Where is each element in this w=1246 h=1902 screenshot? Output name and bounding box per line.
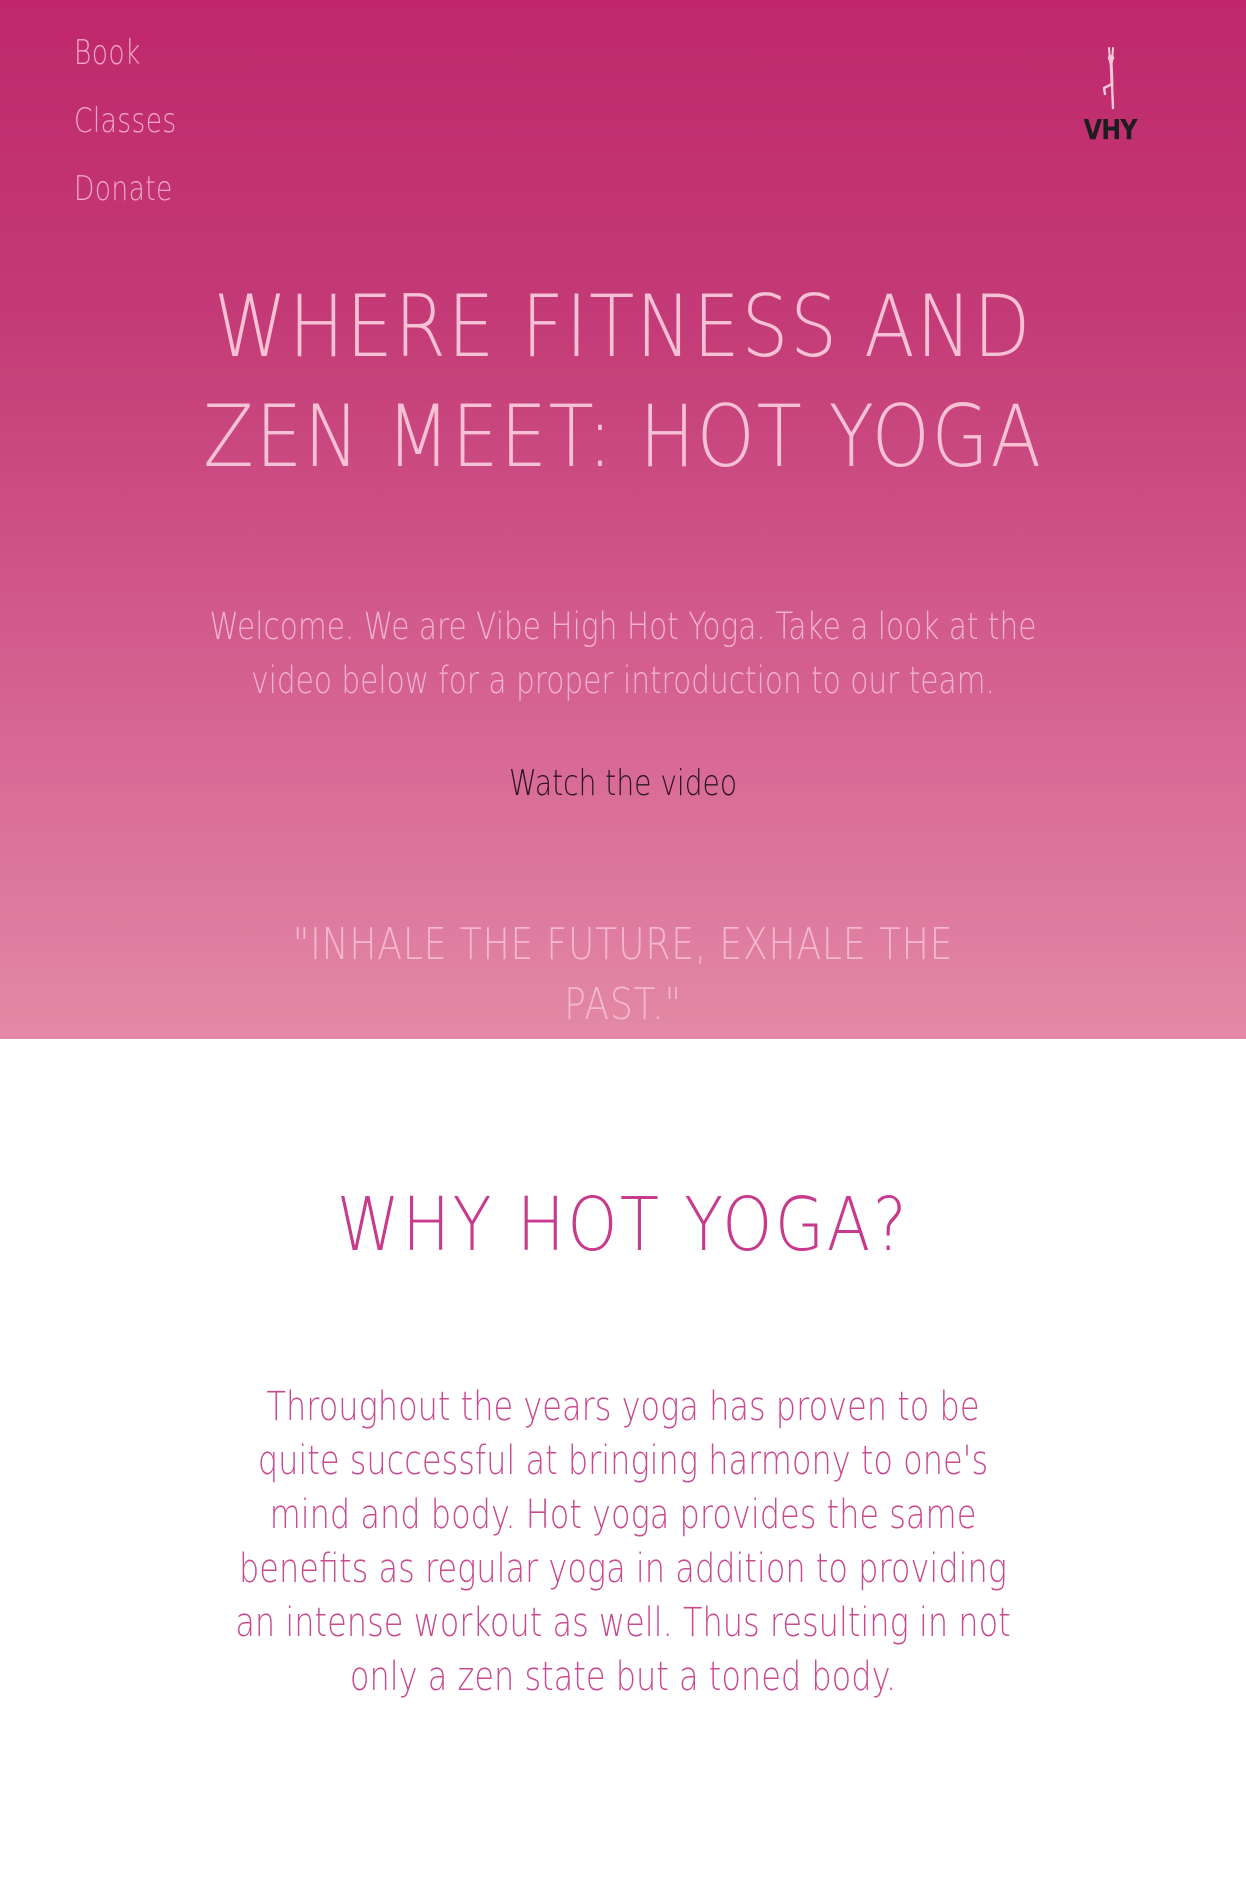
hero-quote: "INHALE THE FUTURE, EXHALE THE PAST." <box>292 919 954 1030</box>
nav-item-donate[interactable]: Donate <box>74 158 177 226</box>
why-hot-yoga-text: Throughout the years yoga has proven to … <box>235 1384 1011 1700</box>
main-nav: Book Classes Donate <box>74 22 206 226</box>
watch-video-link[interactable]: Watch the video <box>506 758 740 810</box>
why-hot-yoga-heading: WHY HOT YOGA? <box>336 1182 910 1268</box>
nav-item-book[interactable]: Book <box>74 22 177 90</box>
hero-title: Where Fitness and Zen Meet: Hot Yoga <box>203 277 1043 487</box>
logo-text: VHY <box>1083 113 1137 146</box>
hero-section: Book Classes Donate VHY Where Fitness an… <box>0 0 1246 1039</box>
site-logo[interactable]: VHY <box>1078 42 1142 152</box>
yoga-figure-icon <box>1102 47 1115 110</box>
nav-item-classes[interactable]: Classes <box>74 90 177 158</box>
welcome-text: Welcome. We are Vibe High Hot Yoga. Take… <box>209 605 1037 702</box>
